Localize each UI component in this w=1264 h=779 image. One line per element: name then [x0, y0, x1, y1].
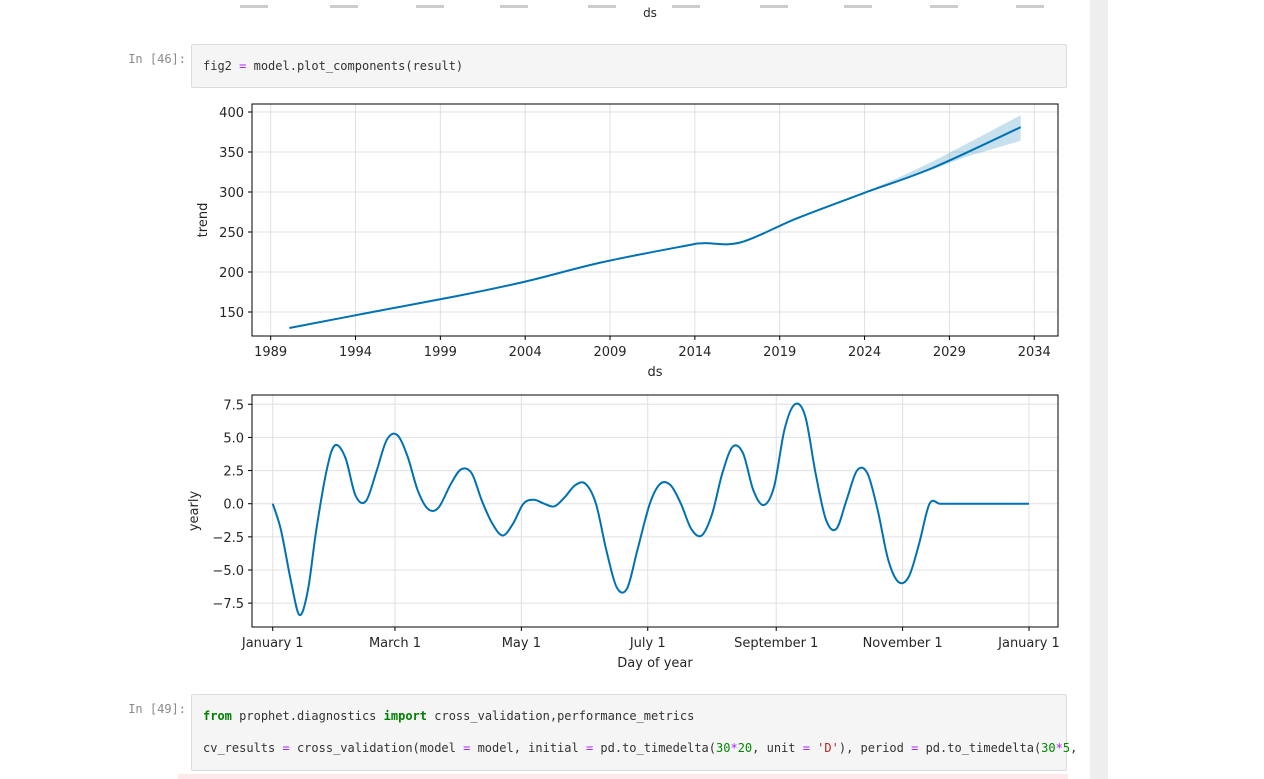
x-tick-label: 1989: [254, 345, 287, 360]
x-tick-label: 1999: [424, 345, 457, 360]
code-token: *: [1055, 741, 1063, 755]
code-token: =: [802, 741, 810, 755]
x-axis-label: ds: [647, 365, 662, 380]
code-token: cv_results: [203, 741, 283, 755]
x-axis-label: Day of year: [617, 656, 693, 671]
y-tick-label: 150: [219, 306, 244, 321]
components-figure: 1989 1994 1999 2004 2009 2014 2019 2024 2029 2034…: [187, 103, 1060, 671]
code-token: from: [203, 709, 232, 723]
y-tick-label: 400: [219, 106, 244, 121]
code-cell-49[interactable]: from prophet.diagnostics import cross_va…: [191, 694, 1077, 771]
x-tick-label: 2024: [848, 345, 881, 360]
code-token: model, initial: [470, 741, 586, 755]
code-token: 'D': [809, 741, 839, 755]
y-axis-label: trend: [196, 203, 211, 238]
code-token: , unit: [752, 741, 803, 755]
series-line: [289, 126, 1022, 329]
x-tick-label: 1994: [339, 345, 372, 360]
y-tick-label: −5.0: [212, 564, 244, 579]
y-tick-label: 350: [219, 146, 244, 161]
x-tick-label: November 1: [863, 636, 943, 651]
cell-prompt-49: In [49]:: [128, 702, 186, 716]
code-token: pd.to_timedelta(: [918, 741, 1042, 755]
trend-chart: 1989 1994 1999 2004 2009 2014 2019 2024 2029 2034…: [196, 103, 1059, 380]
y-tick-label: 250: [219, 226, 244, 241]
plot-frame: [251, 103, 1059, 337]
code-token: prophet.diagnostics: [239, 709, 377, 723]
y-tick-label: 300: [219, 186, 244, 201]
x-tick-label: January 1: [241, 636, 304, 651]
y-tick-label: 200: [219, 266, 244, 281]
x-tick-label: March 1: [369, 636, 421, 651]
code-token: cross_validation,performance_metrics: [434, 709, 695, 723]
y-tick-label: −7.5: [212, 597, 244, 612]
error-output-edge: [178, 774, 1068, 779]
code-token: 5: [1062, 741, 1071, 755]
code-token: cross_validation(model: [289, 741, 464, 755]
x-tick-label: 2014: [678, 345, 711, 360]
x-tick-label: 2029: [933, 345, 966, 360]
plot-frame: [251, 394, 1059, 628]
x-tick-label: May 1: [502, 636, 541, 651]
y-tick-label: 0.0: [223, 498, 244, 513]
code-token: =: [282, 741, 290, 755]
yearly-chart: January 1 March 1 May 1 July 1 September 1 No…: [187, 394, 1060, 671]
code-token: 30: [716, 741, 731, 755]
code-line: from prophet.diagnostics import cross_va…: [203, 709, 694, 723]
y-tick-label: 5.0: [223, 431, 244, 446]
x-tick-label: 2034: [1018, 345, 1051, 360]
x-tick-label: July 1: [629, 636, 666, 651]
y-axis-label: yearly: [187, 491, 202, 532]
code-line: cv_results = cross_validation(model = mo…: [203, 741, 1077, 755]
x-tick-label: January 1: [997, 636, 1060, 651]
code-token: 20: [737, 741, 753, 755]
x-tick-label: 2019: [763, 345, 796, 360]
code-token: pd.to_timedelta(: [593, 741, 716, 755]
code-token: ,: [1070, 741, 1078, 755]
code-token: 30: [1041, 741, 1056, 755]
y-tick-label: 7.5: [223, 398, 244, 413]
code-token: ), period: [838, 741, 912, 755]
y-tick-label: −2.5: [212, 531, 244, 546]
uncertainty-band: [864, 115, 1021, 192]
y-tick-label: 2.5: [223, 465, 244, 480]
x-tick-label: 2004: [509, 345, 542, 360]
series-line: [271, 402, 1029, 617]
x-tick-label: September 1: [734, 636, 818, 651]
code-token: import: [383, 709, 428, 723]
x-tick-label: 2009: [593, 345, 626, 360]
code-token: *: [730, 741, 738, 755]
